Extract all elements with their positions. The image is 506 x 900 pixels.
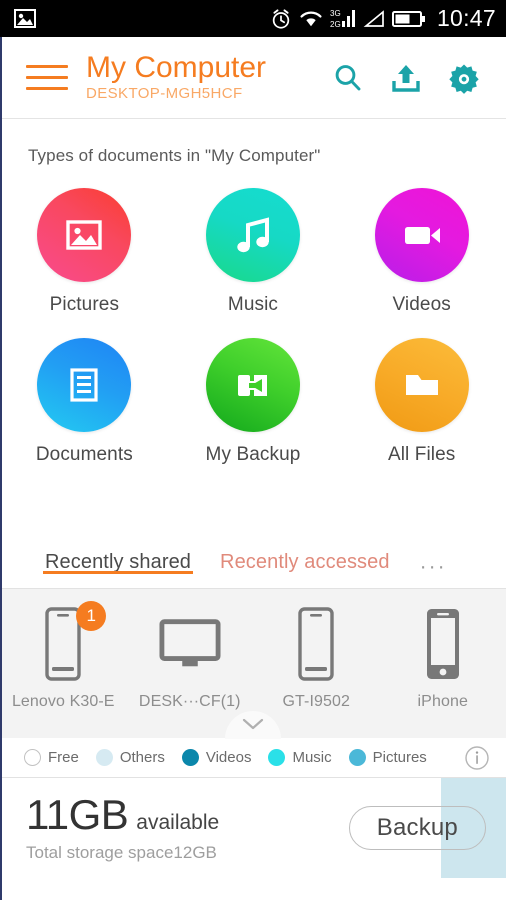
document-type-grid: Pictures Music Videos Documents My Backu… xyxy=(0,188,506,466)
status-bar: 3G 2G 10:47 xyxy=(0,0,506,37)
page-subtitle: DESKTOP-MGH5HCF xyxy=(86,85,243,102)
tab-recently-shared[interactable]: Recently shared xyxy=(42,542,194,574)
chevron-down-icon xyxy=(242,718,264,730)
status-bar-system-icons: 3G 2G 10:47 xyxy=(270,5,496,32)
tile-all-files-circle xyxy=(374,338,469,432)
status-bar-clock: 10:47 xyxy=(436,5,496,31)
legend-label: Music xyxy=(292,749,332,766)
content-area: Types of documents in "My Computer" Pict… xyxy=(0,119,506,542)
folder-icon xyxy=(405,375,438,395)
app-header: My Computer DESKTOP-MGH5HCF xyxy=(0,37,506,119)
page-title: My Computer xyxy=(86,51,267,84)
tile-documents[interactable]: Documents xyxy=(0,338,169,466)
status-bar-notifications xyxy=(14,9,36,28)
storage-available-value: 11GB xyxy=(26,791,129,838)
legend-dot-others xyxy=(95,749,113,766)
legend-item-free: Free xyxy=(24,749,79,766)
device-item-iphone[interactable]: iPhone xyxy=(380,605,506,738)
document-icon xyxy=(70,368,98,402)
picture-icon xyxy=(66,220,103,250)
legend-item-others: Others xyxy=(95,749,165,766)
signal-3g-2g-icon: 3G 2G xyxy=(330,9,355,29)
tile-my-backup[interactable]: My Backup xyxy=(169,338,338,466)
legend-label: Pictures xyxy=(372,749,427,766)
tile-videos[interactable]: Videos xyxy=(337,188,506,316)
tile-documents-circle xyxy=(37,338,132,432)
tile-all-files-label: All Files xyxy=(387,444,456,465)
image-icon xyxy=(14,9,36,28)
section-title: Types of documents in "My Computer" xyxy=(28,146,321,165)
header-actions xyxy=(332,62,506,94)
device-icon-wrap xyxy=(159,605,221,683)
monitor-icon xyxy=(159,619,221,667)
tile-pictures-label: Pictures xyxy=(49,294,120,315)
legend-label: Videos xyxy=(205,749,252,766)
storage-available-line: 11GB available xyxy=(26,793,219,837)
device-icon-wrap xyxy=(285,605,347,683)
device-icon-wrap: 1 xyxy=(32,601,107,683)
tile-all-files[interactable]: All Files xyxy=(337,338,506,466)
tab-bar: Recently shared Recently accessed ··· xyxy=(0,542,506,589)
device-label: GT-I9502 xyxy=(282,693,350,710)
video-camera-icon xyxy=(404,227,440,244)
battery-icon xyxy=(391,10,425,27)
legend-item-pictures: Pictures xyxy=(348,749,427,766)
tile-music-label: Music xyxy=(227,294,279,315)
legend-label: Others xyxy=(119,749,165,766)
legend-dot-videos xyxy=(181,749,199,766)
storage-legend: Free Others Videos Music Pictures xyxy=(0,738,506,778)
device-list: 1 Lenovo K30-E DESK···CF(1) GT-I9502 iPh… xyxy=(0,589,506,739)
iphone-icon xyxy=(426,609,459,679)
header-title-group: My Computer DESKTOP-MGH5HCF xyxy=(86,52,266,103)
wifi-icon xyxy=(300,11,322,27)
settings-gear-icon[interactable] xyxy=(448,62,480,94)
backup-arrow-icon xyxy=(237,375,267,396)
device-label: iPhone xyxy=(417,693,468,710)
device-badge-count: 1 xyxy=(76,601,107,631)
device-label: DESK···CF(1) xyxy=(138,693,241,710)
info-circle-icon[interactable] xyxy=(464,745,490,771)
phone-icon xyxy=(298,607,334,681)
device-label: Lenovo K30-E xyxy=(11,693,115,710)
tile-my-backup-circle xyxy=(205,338,300,432)
device-icon-wrap xyxy=(412,605,474,683)
svg-text:3G: 3G xyxy=(330,9,341,18)
storage-summary: 11GB available Total storage space12GB B… xyxy=(0,778,506,878)
device-item-lenovo-k30-e[interactable]: 1 Lenovo K30-E xyxy=(0,601,127,738)
storage-available-label: available xyxy=(136,811,220,834)
tile-music-circle xyxy=(205,188,300,282)
legend-dot-pictures xyxy=(348,749,366,766)
legend-item-videos: Videos xyxy=(181,749,252,766)
alarm-icon xyxy=(272,8,290,29)
tile-pictures[interactable]: Pictures xyxy=(0,188,169,316)
storage-total-label: Total storage space12GB xyxy=(26,843,217,862)
signal-triangle-icon xyxy=(363,9,384,27)
tile-documents-label: Documents xyxy=(35,444,133,465)
storage-inner: 11GB available Total storage space12GB B… xyxy=(0,778,506,878)
tab-more-icon[interactable]: ··· xyxy=(420,542,447,579)
tile-videos-circle xyxy=(374,188,469,282)
tile-videos-label: Videos xyxy=(392,294,451,315)
app-root: 3G 2G 10:47 My Computer DESKTOP-MGH5HCF … xyxy=(0,0,506,900)
tab-recently-accessed[interactable]: Recently accessed xyxy=(220,542,390,574)
tile-pictures-circle xyxy=(37,188,132,282)
svg-text:2G: 2G xyxy=(330,20,341,29)
hamburger-menu-icon[interactable] xyxy=(26,65,68,90)
upload-icon[interactable] xyxy=(390,62,422,94)
search-icon[interactable] xyxy=(332,62,364,94)
legend-item-music: Music xyxy=(268,749,332,766)
backup-button[interactable]: Backup xyxy=(348,806,486,850)
music-note-icon xyxy=(237,217,269,253)
legend-dot-free xyxy=(24,749,41,766)
tile-music[interactable]: Music xyxy=(169,188,338,316)
tile-my-backup-label: My Backup xyxy=(205,444,301,465)
left-edge-accent xyxy=(0,37,2,900)
legend-label: Free xyxy=(48,749,79,766)
legend-dot-music xyxy=(268,749,286,766)
storage-texts: 11GB available Total storage space12GB xyxy=(26,793,219,863)
